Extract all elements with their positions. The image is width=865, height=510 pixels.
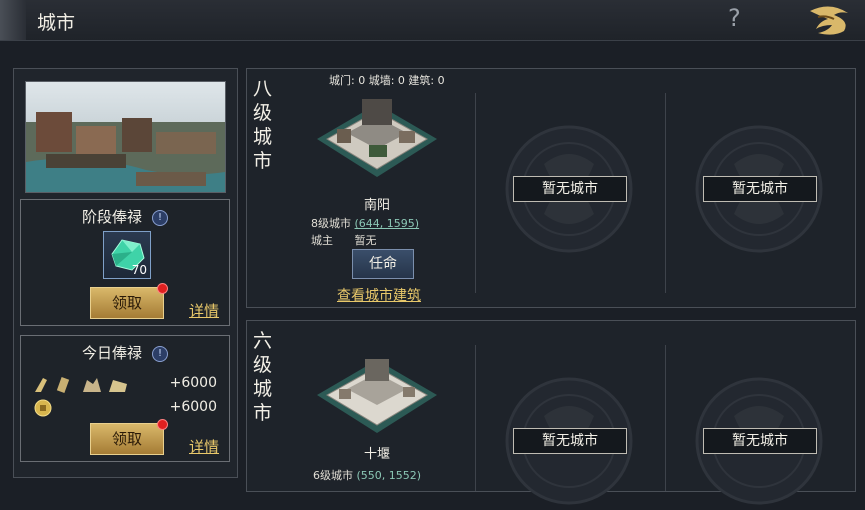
gem-count: 70	[131, 263, 147, 277]
empty-city-slot[interactable]: 暂无城市	[694, 376, 824, 506]
gold-value: +6000	[169, 399, 217, 415]
claim-daily-salary-button[interactable]: 领取	[90, 419, 168, 455]
view-city-buildings-link[interactable]: 查看城市建筑	[337, 285, 421, 305]
claim-stage-salary-button[interactable]: 领取	[90, 283, 168, 319]
daily-salary-box: 今日俸禄! +6000 +6000 领取 详情	[20, 335, 230, 462]
stone-icon	[83, 378, 101, 392]
owner-label: 城主	[311, 234, 333, 247]
wheat-icon	[35, 378, 47, 392]
owner-value: 暂无	[354, 234, 377, 247]
claim-button-label: 领取	[111, 430, 142, 448]
claim-button-label: 领取	[111, 294, 142, 312]
city-coords-link[interactable]: (550, 1552)	[357, 469, 422, 482]
info-icon[interactable]: !	[152, 346, 168, 362]
empty-city-slot[interactable]: 暂无城市	[504, 376, 634, 506]
city-group-level-8: 八级城市 城门: 0 城墙: 0 建筑: 0 南阳 8级城市 (644, 159…	[246, 68, 856, 308]
empty-slot-label: 暂无城市	[513, 428, 627, 454]
menu-emblem-icon	[0, 0, 26, 40]
divider	[665, 345, 666, 491]
resource-value: +6000	[169, 375, 217, 391]
notification-dot	[157, 419, 168, 430]
info-icon[interactable]: !	[152, 210, 168, 226]
stage-salary-title: 阶段俸禄	[81, 208, 142, 226]
top-bar: 城市 ?	[0, 0, 865, 41]
city-level-text: 8级城市	[311, 217, 351, 230]
back-dragon-icon[interactable]	[804, 3, 854, 37]
help-icon[interactable]: ?	[728, 4, 741, 32]
appoint-button[interactable]: 任命	[352, 249, 414, 279]
gold-coin-icon	[34, 399, 52, 417]
city-shiyan-image[interactable]	[307, 345, 447, 437]
city-name: 十堰	[363, 447, 390, 462]
city-nanyang-image[interactable]	[307, 89, 447, 181]
city-group-level-6: 六级城市 十堰 6级城市 (550, 1552) 暂无城市 暂无城市	[246, 320, 856, 505]
notification-dot	[157, 283, 168, 294]
resource-row: +6000	[33, 374, 223, 394]
stage-salary-detail-link[interactable]: 详情	[189, 300, 219, 321]
city-overview-image	[25, 81, 226, 193]
city-stats: 城门: 0 城墙: 0 建筑: 0	[329, 74, 445, 87]
page-title: 城市	[37, 12, 76, 34]
resource-icons	[35, 377, 127, 393]
divider	[665, 93, 666, 293]
city-coords-link[interactable]: (644, 1595)	[355, 217, 420, 230]
level-label: 八级城市	[253, 78, 273, 172]
wood-icon	[56, 377, 70, 393]
city-name: 南阳	[363, 198, 390, 213]
empty-slot-label: 暂无城市	[513, 176, 627, 202]
empty-slot-label: 暂无城市	[703, 428, 817, 454]
daily-salary-detail-link[interactable]: 详情	[189, 436, 219, 457]
divider	[475, 93, 476, 293]
iron-icon	[109, 380, 127, 392]
left-panel: 阶段俸禄! 70 领取 详情 今日俸禄! +6000 +6000 领取 详情	[13, 68, 238, 478]
level-label: 六级城市	[253, 330, 273, 424]
empty-city-slot[interactable]: 暂无城市	[504, 124, 634, 254]
gem-reward-slot[interactable]: 70	[103, 231, 151, 279]
divider	[475, 345, 476, 491]
empty-city-slot[interactable]: 暂无城市	[694, 124, 824, 254]
city-level-text: 6级城市	[313, 469, 353, 482]
gold-row: +6000	[33, 398, 223, 418]
stage-salary-box: 阶段俸禄! 70 领取 详情	[20, 199, 230, 326]
daily-salary-title: 今日俸禄	[81, 344, 142, 362]
empty-slot-label: 暂无城市	[703, 176, 817, 202]
